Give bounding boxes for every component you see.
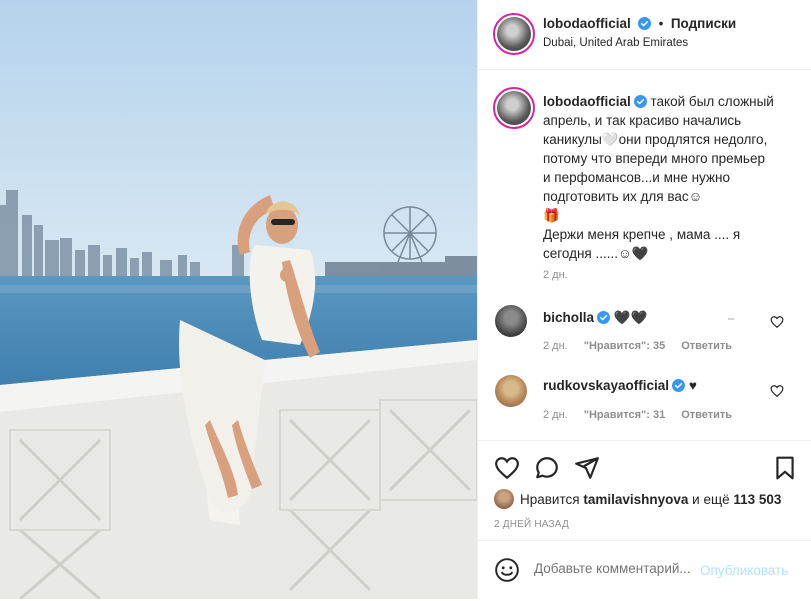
caption-line: такой был сложный [650,94,774,109]
post-header: lobodaofficial • Подписки Dubai, United … [478,0,811,70]
comment-icon[interactable] [534,455,560,481]
caption-username[interactable]: lobodaofficial [543,94,631,109]
caption-line: апрель, и так красиво начались [543,113,742,128]
photo-scene [0,0,477,599]
follow-button[interactable]: Подписки [671,16,736,31]
caption-line: и перфомансов...и мне нужно [543,170,730,185]
share-icon[interactable] [574,455,600,481]
caption-line: Держи меня крепче , мама .... я [543,227,741,242]
comment-time[interactable]: 2 дн. [543,409,568,421]
comment: rudkovskayaofficial ♥ [543,376,789,395]
follow-separator: • [658,16,664,31]
likes-prefix: Нравится [520,492,580,507]
caption-line: потому что впереди много премьер [543,151,765,166]
comment-likes[interactable]: "Нравится": 35 [584,340,665,352]
post-location[interactable]: Dubai, United Arab Emirates [543,37,688,49]
comment-username[interactable]: rudkovskayaofficial [543,378,669,393]
commenter-avatar[interactable] [495,305,527,337]
caption-avatar[interactable] [493,87,535,129]
liker-avatar[interactable] [494,489,514,509]
posted-ago[interactable]: 2 ДНЕЙ НАЗАД [494,519,569,530]
reply-button[interactable]: Ответить [681,409,732,421]
add-comment-bar: Опубликовать [478,540,811,600]
likes-count[interactable]: 113 503 [733,492,781,507]
caption-line: 🎁 [543,208,560,223]
post-photo[interactable] [0,0,477,599]
author-username[interactable]: lobodaofficial [543,16,631,31]
likes-middle: и ещё [692,492,730,507]
caption: lobodaofficial такой был сложный апрель,… [543,92,789,263]
comment-text: 🖤🖤 [613,310,648,325]
comment-time[interactable]: 2 дн. [543,340,568,352]
comment-username[interactable]: bicholla [543,310,594,325]
smiley-icon[interactable] [494,557,520,583]
more-options-icon[interactable] [723,316,739,322]
liker-username[interactable]: tamilavishnyova [583,492,688,507]
author-avatar[interactable] [493,13,535,55]
comment-likes[interactable]: "Нравится": 31 [584,409,665,421]
comment-meta: 2 дн. "Нравится": 35 Ответить [543,340,732,352]
heart-icon[interactable] [494,455,520,481]
caption-line: каникулы🤍они продлятся недолго, [543,132,768,147]
verified-icon [597,311,611,324]
commenter-avatar[interactable] [495,375,527,407]
verified-icon [638,17,652,30]
caption-time[interactable]: 2 дн. [543,269,568,281]
post-panel: lobodaofficial • Подписки Dubai, United … [477,0,811,599]
verified-icon [633,95,647,108]
publish-button[interactable]: Опубликовать [700,563,788,578]
comment-text: ♥ [688,378,697,393]
comment-input[interactable] [534,561,694,576]
caption-line: подготовить их для вас☺ [543,189,703,204]
comment-like-heart-icon[interactable] [770,315,784,329]
verified-icon [672,379,686,392]
comment-like-heart-icon[interactable] [770,384,784,398]
comment-meta: 2 дн. "Нравится": 31 Ответить [543,409,732,421]
likes-summary: Нравится tamilavishnyova и ещё 113 503 [494,489,781,509]
caption-line: сегодня ......☺🖤 [543,246,649,261]
bookmark-icon[interactable] [772,455,798,481]
comment: bicholla 🖤🖤 [543,308,789,327]
reply-button[interactable]: Ответить [681,340,732,352]
